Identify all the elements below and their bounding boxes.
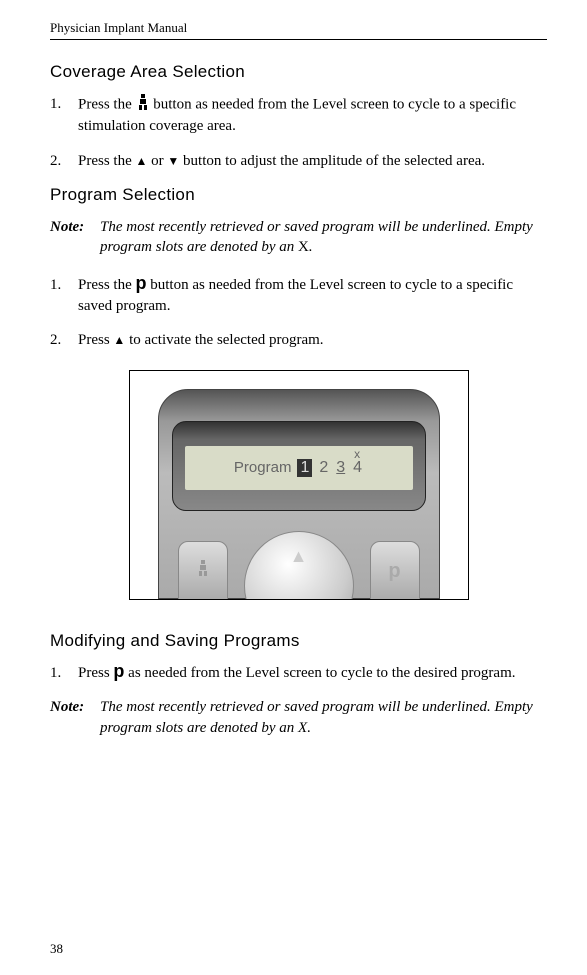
list-number: 1. (50, 663, 78, 683)
list-number: 1. (50, 275, 78, 316)
note-text: The most recently retrieved or saved pro… (100, 217, 547, 258)
list-text: Press ▲ to activate the selected program… (78, 330, 547, 350)
area-icon (179, 560, 227, 581)
heading-program-selection: Program Selection (50, 185, 547, 205)
list-number: 2. (50, 330, 78, 350)
p-icon: p (113, 661, 124, 681)
section-modifying-saving: Modifying and Saving Programs 1. Press p… (50, 631, 547, 738)
list-text: Press the p button as needed from the Le… (78, 275, 547, 316)
section-program-selection: Program Selection Note: The most recentl… (50, 185, 547, 350)
text-fragment: button to adjust the amplitude of the se… (179, 153, 485, 169)
text-fragment: X (298, 239, 309, 255)
up-triangle-icon: ▲ (136, 154, 148, 168)
empty-slot-marker: x (354, 447, 360, 461)
area-button[interactable] (178, 541, 228, 600)
heading-modifying: Modifying and Saving Programs (50, 631, 547, 651)
device-screen-bezel: Program 1 2 3 x4 (172, 421, 426, 511)
note-label: Note: (50, 217, 100, 258)
list-text: Press p as needed from the Level screen … (78, 663, 547, 683)
p-icon: p (371, 560, 419, 583)
program-slot-1: 1 (297, 459, 312, 477)
device-button-panel: ▲ p (172, 529, 426, 600)
down-triangle-icon: ▼ (167, 154, 179, 168)
p-icon: p (136, 273, 147, 293)
note-block: Note: The most recently retrieved or sav… (50, 217, 547, 258)
device-figure: Program 1 2 3 x4 ▲ p (50, 370, 547, 605)
list-text: Press the button as needed from the Leve… (78, 94, 547, 137)
text-fragment: Press the (78, 153, 136, 169)
list-text: Press the ▲ or ▼ button to adjust the am… (78, 151, 547, 171)
slot-value: 4 (353, 459, 362, 476)
screen-content: Program 1 2 3 x4 (234, 459, 363, 477)
text-fragment: Press the (78, 277, 136, 293)
screen-label: Program (234, 459, 292, 476)
header-title: Physician Implant Manual (50, 20, 547, 36)
section-coverage-area: Coverage Area Selection 1. Press the but… (50, 62, 547, 171)
list-number: 1. (50, 94, 78, 137)
program-slot-2: 2 (318, 459, 329, 477)
note-block: Note: The most recently retrieved or sav… (50, 697, 547, 738)
text-fragment: or (147, 153, 167, 169)
device-screen: Program 1 2 3 x4 (185, 446, 413, 490)
program-slot-3: 3 (335, 459, 346, 477)
list-item: 1. Press the button as needed from the L… (50, 94, 547, 137)
up-triangle-icon: ▲ (113, 333, 125, 347)
page-header: Physician Implant Manual (50, 20, 547, 40)
note-text: The most recently retrieved or saved pro… (100, 697, 547, 738)
note-label: Note: (50, 697, 100, 738)
list-item: 1. Press p as needed from the Level scre… (50, 663, 547, 683)
text-fragment: Press (78, 665, 113, 681)
program-button[interactable]: p (370, 541, 420, 600)
heading-coverage: Coverage Area Selection (50, 62, 547, 82)
list-item: 1. Press the p button as needed from the… (50, 275, 547, 316)
dpad-button[interactable]: ▲ (244, 531, 354, 600)
text-fragment: The most recently retrieved or saved pro… (100, 219, 533, 255)
text-fragment: Press (78, 332, 113, 348)
program-slot-4: x4 (352, 459, 363, 477)
device-illustration: Program 1 2 3 x4 ▲ p (129, 370, 469, 600)
text-fragment: Press the (78, 97, 136, 113)
list-number: 2. (50, 151, 78, 171)
list-item: 2. Press ▲ to activate the selected prog… (50, 330, 547, 350)
area-icon (136, 94, 150, 116)
list-item: 2. Press the ▲ or ▼ button to adjust the… (50, 151, 547, 171)
up-triangle-icon: ▲ (290, 546, 308, 567)
text-fragment: as needed from the Level screen to cycle… (124, 665, 515, 681)
text-fragment: to activate the selected program. (125, 332, 323, 348)
text-fragment: . (309, 239, 313, 255)
page-number: 38 (50, 941, 63, 957)
header-divider (50, 39, 547, 40)
